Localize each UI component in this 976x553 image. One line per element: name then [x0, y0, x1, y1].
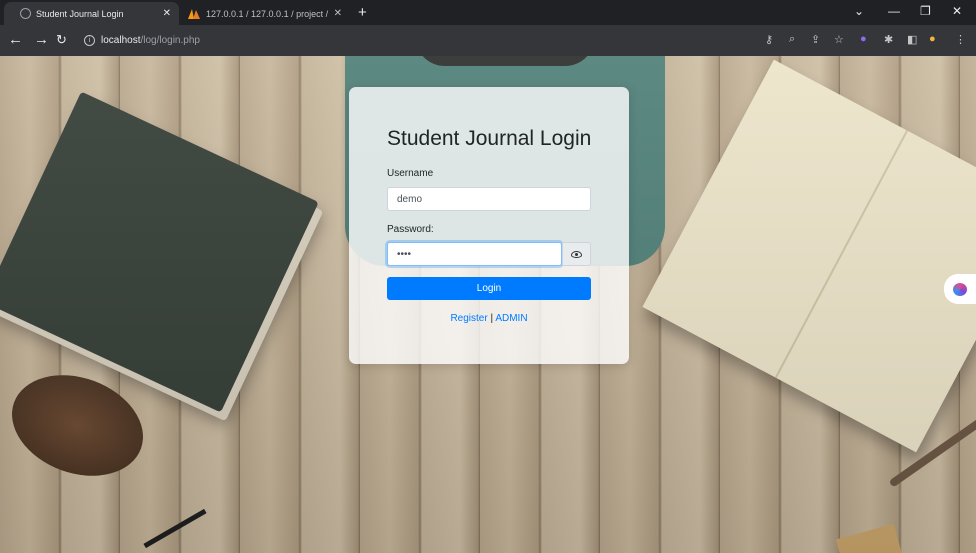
minimize-icon[interactable]: — [888, 4, 900, 18]
phpmyadmin-icon [188, 9, 200, 19]
tab-phpmyadmin[interactable]: 127.0.0.1 / 127.0.0.1 / project / ✕ [180, 2, 350, 25]
address-bar[interactable]: i localhost /log/login.php [78, 29, 728, 51]
forward-icon[interactable]: → [34, 31, 49, 48]
eye-icon [571, 250, 582, 258]
brain-icon [953, 282, 967, 296]
tab-title: 127.0.0.1 / 127.0.0.1 / project / [206, 8, 329, 19]
browser-toolbar: ← → ↻ i localhost /log/login.php ⚷ ⌕ ⇪ ☆… [0, 25, 976, 56]
close-icon[interactable]: ✕ [334, 8, 342, 19]
tab-title: Student Journal Login [36, 8, 124, 19]
menu-kebab-icon[interactable]: ⋮ [955, 33, 966, 46]
password-label: Password: [387, 224, 434, 235]
url-path: /log/login.php [140, 34, 200, 46]
chevron-down-icon[interactable]: ⌄ [854, 4, 864, 18]
side-panel-icon[interactable]: ◧ [907, 33, 917, 46]
maximize-icon[interactable]: ❐ [920, 4, 931, 18]
page-title: Student Journal Login [387, 127, 592, 150]
profile-avatar-icon[interactable]: ● [929, 33, 936, 45]
key-icon[interactable]: ⚷ [765, 33, 773, 46]
username-label: Username [387, 168, 434, 179]
close-icon[interactable]: ✕ [163, 8, 171, 19]
register-link[interactable]: Register [450, 313, 487, 324]
password-input[interactable]: •••• [387, 242, 562, 266]
username-input[interactable]: demo [387, 187, 591, 211]
login-card: Student Journal Login Username demo Pass… [349, 87, 629, 364]
window-close-icon[interactable]: ✕ [952, 4, 962, 18]
floating-extension-button[interactable] [944, 274, 976, 304]
auth-links: Register | ADMIN [349, 313, 629, 324]
back-icon[interactable]: ← [8, 31, 23, 48]
puzzle-icon[interactable]: ✱ [884, 33, 893, 46]
url-host: localhost [101, 34, 141, 46]
page-viewport: Student Journal Login Username demo Pass… [0, 56, 976, 553]
share-icon[interactable]: ⇪ [811, 33, 820, 46]
reload-icon[interactable]: ↻ [56, 32, 67, 48]
extension-icon[interactable]: ● [860, 33, 867, 45]
admin-link[interactable]: ADMIN [495, 313, 527, 324]
bookmark-star-icon[interactable]: ☆ [834, 33, 844, 46]
login-button[interactable]: Login [387, 277, 591, 300]
new-tab-button[interactable]: + [358, 4, 367, 21]
link-separator: | [490, 313, 494, 324]
globe-icon [20, 8, 31, 19]
info-icon[interactable]: i [84, 34, 95, 46]
zoom-icon[interactable]: ⌕ [789, 33, 795, 46]
show-password-button[interactable] [562, 242, 591, 266]
tab-strip: Student Journal Login ✕ 127.0.0.1 / 127.… [0, 0, 976, 25]
tab-student-journal-login[interactable]: Student Journal Login ✕ [4, 2, 179, 25]
